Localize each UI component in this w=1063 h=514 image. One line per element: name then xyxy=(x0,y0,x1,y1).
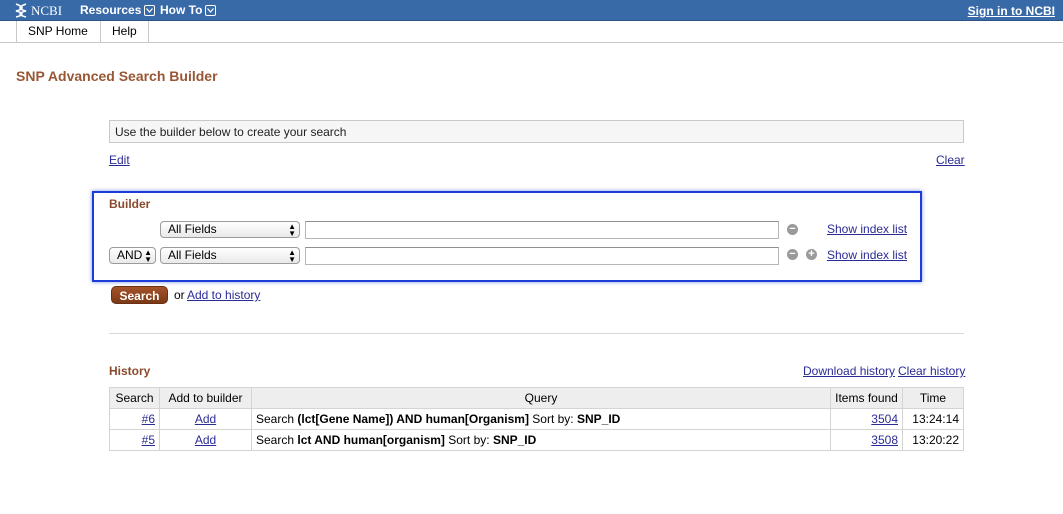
edit-link[interactable]: Edit xyxy=(109,153,130,167)
table-row: #6 Add Search (lct[Gene Name]) AND human… xyxy=(109,408,964,430)
search-number-cell: #6 xyxy=(109,408,160,430)
select-arrows-icon: ▲ ▼ xyxy=(288,248,296,264)
items-found-link[interactable]: 3504 xyxy=(871,412,898,426)
query-sort-label: Sort by: xyxy=(444,433,493,447)
sub-navigation: SNP Home Help xyxy=(0,21,1063,43)
tab-snp-home[interactable]: SNP Home xyxy=(16,21,99,43)
query-cell: Search (lct[Gene Name]) AND human[Organi… xyxy=(251,408,831,430)
section-divider xyxy=(109,333,964,334)
or-text: or xyxy=(174,288,185,302)
query-terms: lct AND human[organism] xyxy=(297,433,445,447)
history-label: History xyxy=(109,364,151,378)
add-to-builder-link[interactable]: Add xyxy=(195,412,216,426)
howto-menu[interactable]: How To xyxy=(160,3,217,17)
column-header: Search xyxy=(109,387,160,409)
query-prefix: Search xyxy=(256,433,298,447)
column-header: Items found xyxy=(830,387,903,409)
download-history-link[interactable]: Download history xyxy=(803,364,895,378)
field-select-value: All Fields xyxy=(168,222,217,236)
add-to-builder-cell: Add xyxy=(159,429,252,451)
add-row-icon[interactable]: + xyxy=(806,249,817,260)
time-cell: 13:20:22 xyxy=(902,429,964,451)
chevron-down-icon xyxy=(205,4,217,16)
column-header: Query xyxy=(251,387,831,409)
resources-menu-label: Resources xyxy=(80,3,142,17)
query-cell: Search lct AND human[organism] Sort by: … xyxy=(251,429,831,451)
show-index-list-link-row-2[interactable]: Show index list xyxy=(827,248,907,262)
select-arrows-icon: ▲ ▼ xyxy=(288,222,296,238)
tab-help[interactable]: Help xyxy=(100,21,149,43)
query-preview-box[interactable]: Use the builder below to create your sea… xyxy=(109,120,964,143)
add-to-history-link[interactable]: Add to history xyxy=(187,288,260,302)
query-sort-label: Sort by: xyxy=(528,412,577,426)
search-number-link[interactable]: #6 xyxy=(142,412,155,426)
clear-history-link[interactable]: Clear history xyxy=(898,364,965,378)
search-button[interactable]: Search xyxy=(111,286,168,304)
operator-select-row-2[interactable]: AND ▲ ▼ xyxy=(109,247,156,264)
clear-link[interactable]: Clear xyxy=(936,153,965,167)
field-select-row-1[interactable]: All Fields ▲ ▼ xyxy=(160,221,300,238)
time-cell: 13:24:14 xyxy=(902,408,964,430)
select-arrows-icon: ▲ ▼ xyxy=(144,248,152,264)
ncbi-logo-text: NCBI xyxy=(31,2,63,18)
query-prefix: Search xyxy=(256,412,298,426)
show-index-list-link-row-1[interactable]: Show index list xyxy=(827,222,907,236)
operator-select-value: AND xyxy=(117,248,143,262)
add-to-builder-cell: Add xyxy=(159,408,252,430)
chevron-down-icon xyxy=(144,4,156,16)
page-title: SNP Advanced Search Builder xyxy=(16,68,218,84)
search-number-link[interactable]: #5 xyxy=(142,433,155,447)
search-number-cell: #5 xyxy=(109,429,160,451)
builder-label: Builder xyxy=(109,197,151,211)
ncbi-header-bar: NCBI Resources How To Sign in to NCBI xyxy=(0,0,1063,21)
history-table: Search Add to builder Query Items found … xyxy=(109,387,964,451)
items-found-cell: 3508 xyxy=(830,429,903,451)
items-found-cell: 3504 xyxy=(830,408,903,430)
query-sort-value: SNP_ID xyxy=(576,412,621,426)
history-header-row: Search Add to builder Query Items found … xyxy=(109,387,964,409)
howto-menu-label: How To xyxy=(160,3,203,17)
field-select-row-2[interactable]: All Fields ▲ ▼ xyxy=(160,247,300,264)
remove-row-icon[interactable]: − xyxy=(787,249,798,260)
query-sort-value: SNP_ID xyxy=(492,433,537,447)
table-row: #5 Add Search lct AND human[organism] So… xyxy=(109,429,964,451)
ncbi-logo[interactable]: NCBI xyxy=(14,2,62,19)
add-to-builder-link[interactable]: Add xyxy=(195,433,216,447)
column-header: Time xyxy=(902,387,964,409)
remove-row-icon[interactable]: − xyxy=(787,224,798,235)
query-terms: (lct[Gene Name]) AND human[Organism] xyxy=(297,412,529,426)
column-header: Add to builder xyxy=(159,387,252,409)
ncbi-helix-icon xyxy=(15,3,27,18)
resources-menu[interactable]: Resources xyxy=(80,3,156,17)
search-term-input-row-1[interactable] xyxy=(305,221,779,239)
items-found-link[interactable]: 3508 xyxy=(871,433,898,447)
sign-in-link[interactable]: Sign in to NCBI xyxy=(968,4,1055,18)
search-term-input-row-2[interactable] xyxy=(305,247,779,265)
field-select-value: All Fields xyxy=(168,248,217,262)
